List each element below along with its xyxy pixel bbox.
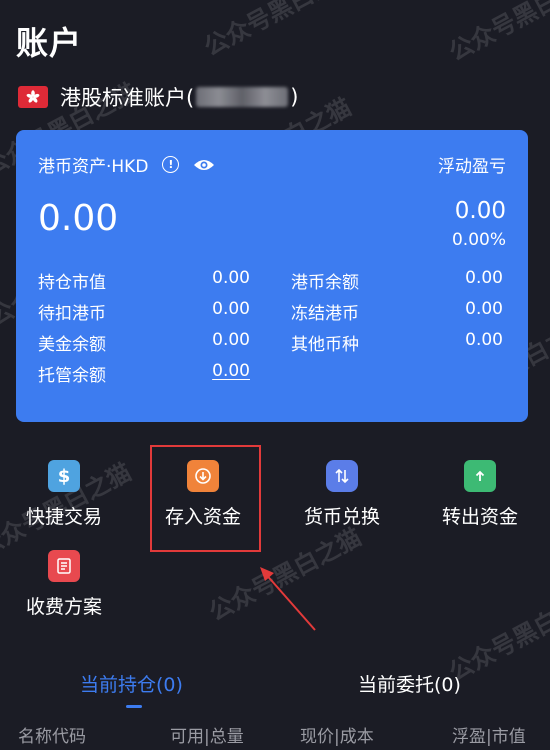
tab-current-positions[interactable]: 当前持仓(0) bbox=[80, 670, 183, 697]
float-pl-percent: 0.00% bbox=[451, 230, 506, 250]
withdraw-icon bbox=[464, 460, 496, 492]
page-title: 账户 bbox=[16, 24, 83, 62]
watermark: 公众号黑白之猫 bbox=[199, 0, 361, 62]
row-value: 0.00 bbox=[212, 330, 250, 350]
dollar-bag-icon: $ bbox=[48, 460, 80, 492]
fee-plan-icon bbox=[48, 550, 80, 582]
card-row-market-value: 持仓市值 0.00 bbox=[38, 268, 250, 293]
row-value: 0.00 bbox=[465, 268, 503, 288]
action-withdraw[interactable]: 转出资金 bbox=[420, 460, 540, 529]
account-selector[interactable]: 港股标准账户( ) bbox=[18, 82, 298, 112]
tab-current-orders[interactable]: 当前委托(0) bbox=[358, 670, 461, 697]
card-row-frozen-hkd: 冻结港币 0.00 bbox=[291, 299, 503, 324]
row-label: 托管余额 bbox=[38, 366, 106, 386]
action-label: 收费方案 bbox=[25, 596, 102, 618]
eye-icon[interactable] bbox=[193, 158, 215, 172]
row-value: 0.00 bbox=[212, 299, 250, 319]
highlight-box bbox=[150, 445, 261, 552]
card-row-hkd-balance: 港币余额 0.00 bbox=[291, 268, 503, 293]
action-currency-exchange[interactable]: 货币兑换 bbox=[282, 460, 402, 529]
card-row-usd-balance: 美金余额 0.00 bbox=[38, 330, 250, 355]
row-label: 美金余额 bbox=[38, 335, 106, 355]
action-label: 快捷交易 bbox=[25, 506, 102, 528]
card-row-pending-hkd: 待扣港币 0.00 bbox=[38, 299, 250, 324]
row-value: 0.00 bbox=[465, 299, 503, 319]
column-header-available: 可用|总量 bbox=[170, 727, 244, 747]
column-header-pl: 浮盈|市值 bbox=[452, 727, 526, 747]
row-value: 0.00 bbox=[212, 268, 250, 288]
float-pl-label: 浮动盈亏 bbox=[438, 157, 506, 177]
action-quick-trade[interactable]: $ 快捷交易 bbox=[4, 460, 124, 529]
column-header-price: 现价|成本 bbox=[300, 727, 374, 747]
masked-account-number bbox=[196, 87, 289, 107]
row-label: 待扣港币 bbox=[38, 304, 106, 324]
action-fee-plan[interactable]: 收费方案 bbox=[4, 550, 124, 619]
card-row-other-currency: 其他币种 0.00 bbox=[291, 330, 503, 355]
row-label: 其他币种 bbox=[291, 335, 359, 355]
exchange-icon bbox=[326, 460, 358, 492]
action-label: 货币兑换 bbox=[303, 506, 380, 528]
asset-label-group: 港币资产·HKD ! bbox=[38, 152, 215, 177]
row-label: 持仓市值 bbox=[38, 273, 106, 293]
watermark: 公众号黑白之猫 bbox=[444, 0, 550, 67]
row-label: 港币余额 bbox=[291, 273, 359, 293]
hk-flag-icon bbox=[18, 86, 48, 108]
custody-balance-link[interactable]: 0.00 bbox=[212, 361, 250, 386]
row-label: 冻结港币 bbox=[291, 304, 359, 324]
info-icon[interactable]: ! bbox=[162, 156, 180, 173]
tab-indicator bbox=[126, 705, 142, 708]
asset-card[interactable]: 港币资产·HKD ! 浮动盈亏 0.00 0.00 0.00% 持仓市值 0.0… bbox=[16, 130, 528, 422]
total-asset-value: 0.00 bbox=[38, 198, 119, 239]
row-value: 0.00 bbox=[465, 330, 503, 350]
annotation-arrow bbox=[260, 567, 316, 631]
action-label: 转出资金 bbox=[441, 506, 518, 528]
asset-currency-label: 港币资产·HKD bbox=[38, 157, 149, 177]
account-name: 港股标准账户( ) bbox=[60, 85, 299, 110]
positions-tabs: 当前持仓(0) 当前委托(0) bbox=[0, 670, 550, 700]
float-pl-value: 0.00 bbox=[454, 198, 506, 224]
column-header-name: 名称代码 bbox=[18, 727, 86, 747]
card-row-custody-balance: 托管余额 0.00 bbox=[38, 361, 250, 386]
